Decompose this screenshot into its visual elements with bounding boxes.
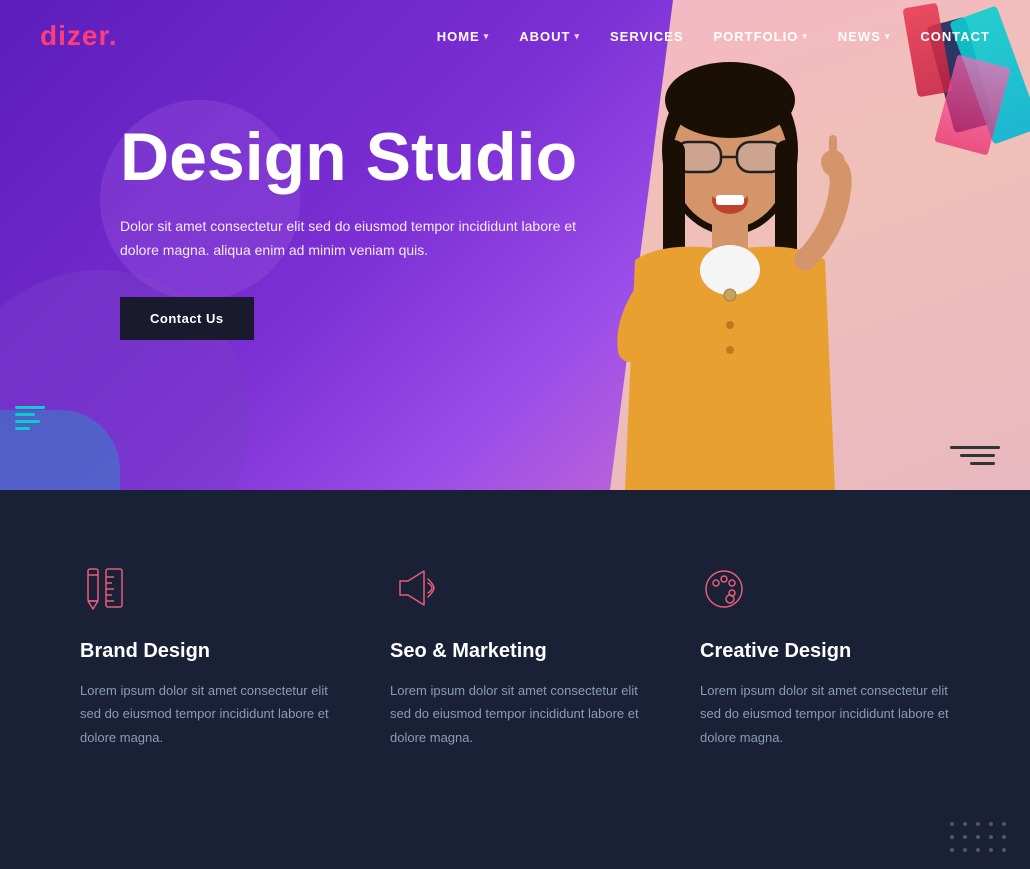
page-wrapper: dizer. HOME ▾ ABOUT ▾ Services PORTFOLIO… — [0, 0, 1030, 869]
nav-home[interactable]: HOME ▾ — [437, 29, 490, 44]
contact-us-button[interactable]: Contact Us — [120, 297, 254, 340]
creative-design-icon — [700, 560, 950, 615]
pencil-ruler-icon — [80, 563, 130, 613]
chevron-down-icon: ▾ — [802, 31, 808, 42]
dot — [963, 848, 967, 852]
service-card-brand-design: Brand Design Lorem ipsum dolor sit amet … — [80, 560, 330, 749]
dash-decoration — [950, 441, 1000, 470]
nav-portfolio-label: PORTFOLIO — [714, 29, 799, 44]
seo-marketing-icon — [390, 560, 640, 615]
dot — [1002, 822, 1006, 826]
dot — [1002, 835, 1006, 839]
service-card-seo-marketing: Seo & Marketing Lorem ipsum dolor sit am… — [390, 560, 640, 749]
nav-home-label: HOME — [437, 29, 480, 44]
brand-design-desc: Lorem ipsum dolor sit amet consectetur e… — [80, 679, 330, 749]
dot — [976, 848, 980, 852]
dash-1 — [950, 446, 1000, 449]
nav-portfolio[interactable]: PORTFOLIO ▾ — [714, 29, 808, 44]
creative-design-desc: Lorem ipsum dolor sit amet consectetur e… — [700, 679, 950, 749]
nav-contact[interactable]: CONTACT — [920, 29, 990, 44]
nav-services-label: Services — [610, 29, 684, 44]
nav-about[interactable]: ABOUT ▾ — [519, 29, 580, 44]
chevron-down-icon: ▾ — [885, 31, 891, 42]
dot — [950, 822, 954, 826]
dot — [976, 822, 980, 826]
main-nav: HOME ▾ ABOUT ▾ Services PORTFOLIO ▾ NEWS… — [437, 29, 990, 44]
site-header: dizer. HOME ▾ ABOUT ▾ Services PORTFOLIO… — [0, 0, 1030, 72]
dot — [963, 835, 967, 839]
bar-1 — [15, 406, 45, 409]
dot — [1002, 848, 1006, 852]
hero-section: dizer. HOME ▾ ABOUT ▾ Services PORTFOLIO… — [0, 0, 1030, 490]
seo-marketing-title: Seo & Marketing — [390, 640, 640, 663]
megaphone-icon — [390, 563, 440, 613]
hero-content: Design Studio Dolor sit amet consectetur… — [120, 120, 580, 340]
creative-design-title: Creative Design — [700, 640, 950, 663]
logo-text: dizer — [40, 20, 109, 51]
hero-subtitle: Dolor sit amet consectetur elit sed do e… — [120, 215, 580, 263]
hero-person-image — [560, 40, 900, 490]
brand-design-title: Brand Design — [80, 640, 330, 663]
brand-design-icon — [80, 560, 330, 615]
dash-2 — [960, 454, 995, 457]
hero-title: Design Studio — [120, 120, 580, 195]
nav-services[interactable]: Services — [610, 29, 684, 44]
site-logo: dizer. — [40, 20, 118, 52]
dot — [950, 835, 954, 839]
services-section: Brand Design Lorem ipsum dolor sit amet … — [0, 490, 1030, 819]
dot — [989, 848, 993, 852]
dash-3 — [970, 462, 995, 465]
dot — [989, 835, 993, 839]
service-card-creative-design: Creative Design Lorem ipsum dolor sit am… — [700, 560, 950, 749]
nav-about-label: ABOUT — [519, 29, 570, 44]
nav-news[interactable]: NEWS ▾ — [838, 29, 891, 44]
dot — [989, 822, 993, 826]
person-illustration — [585, 60, 875, 490]
dot — [976, 835, 980, 839]
nav-contact-label: CONTACT — [920, 29, 990, 44]
dot — [963, 822, 967, 826]
dot — [950, 848, 954, 852]
chevron-down-icon: ▾ — [484, 31, 490, 42]
bottom-bar — [0, 819, 1030, 869]
chevron-down-icon: ▾ — [574, 31, 580, 42]
palette-icon — [700, 563, 750, 613]
nav-news-label: NEWS — [838, 29, 881, 44]
logo-dot: . — [109, 20, 118, 51]
dots-decoration — [950, 822, 1010, 856]
seo-marketing-desc: Lorem ipsum dolor sit amet consectetur e… — [390, 679, 640, 749]
